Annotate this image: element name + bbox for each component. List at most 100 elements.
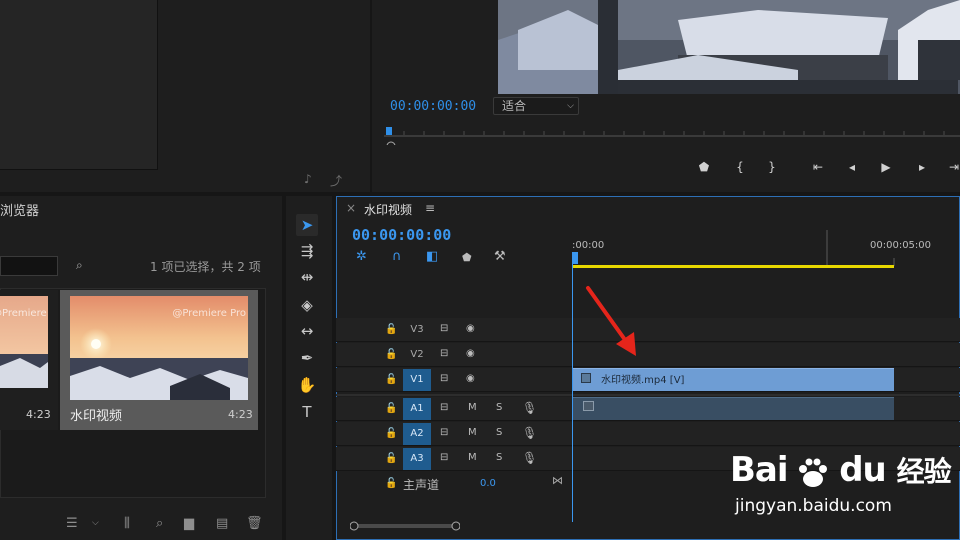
go-to-in-icon[interactable]: ⇤: [808, 160, 828, 174]
zoom-fit-value: 适合: [502, 99, 527, 113]
program-timecode[interactable]: 00:00:00:00: [390, 99, 476, 114]
baidu-url: jingyan.baidu.com: [735, 496, 892, 516]
trash-icon[interactable]: 🗑: [246, 516, 263, 531]
selection-count: 1 项已选择，共 2 项: [150, 260, 261, 274]
nest-toggle-icon[interactable]: ✲: [356, 249, 367, 264]
solo-button[interactable]: S: [496, 427, 502, 438]
lock-icon[interactable]: 🔓: [385, 324, 397, 335]
mic-icon[interactable]: 🎙: [522, 426, 537, 440]
wrench-icon[interactable]: ⚒: [494, 249, 506, 264]
track-select-tool-icon[interactable]: ⇶: [296, 240, 318, 262]
sync-lock-icon[interactable]: ⊟: [440, 373, 448, 384]
track-name-v1[interactable]: V1: [403, 369, 431, 391]
razor-tool-icon[interactable]: ◈: [296, 294, 318, 316]
pen-tool-icon[interactable]: ✒: [296, 347, 318, 369]
video-frame: [498, 0, 960, 94]
step-back-icon[interactable]: ◂: [842, 160, 862, 174]
sync-lock-icon[interactable]: ⊟: [440, 323, 448, 334]
step-forward-icon[interactable]: ▸: [912, 160, 932, 174]
master-volume-value[interactable]: 0.0: [480, 478, 496, 489]
clip-card-selected[interactable]: @Premiere Pro 水印视频 4:23: [60, 290, 258, 430]
source-viewer: [0, 0, 158, 170]
sync-lock-icon[interactable]: ⊟: [440, 402, 448, 413]
av-divider: [336, 394, 960, 396]
type-tool-icon[interactable]: T: [296, 401, 318, 423]
mic-icon[interactable]: 🎙: [522, 451, 537, 465]
program-scrub-bar[interactable]: [384, 127, 960, 145]
find-icon[interactable]: ⌕: [156, 516, 163, 531]
mute-button[interactable]: M: [468, 427, 477, 438]
eye-icon[interactable]: ◉: [466, 348, 475, 359]
audio-clip[interactable]: [573, 397, 894, 420]
hand-tool-icon[interactable]: ✋: [296, 374, 318, 396]
close-icon[interactable]: ×: [346, 201, 356, 215]
playhead-marker[interactable]: [386, 127, 392, 135]
automate-icon[interactable]: ⫼: [124, 516, 130, 531]
baidu-brand-cn: 经验: [896, 455, 952, 488]
sync-lock-icon[interactable]: ⊟: [440, 452, 448, 463]
track-name-v2[interactable]: V2: [403, 344, 431, 366]
chevron-down-icon[interactable]: ⌵: [92, 518, 99, 528]
zoom-fit-select[interactable]: 适合 ⌵: [493, 97, 579, 115]
sort-icon[interactable]: ☰: [66, 516, 78, 531]
fx-badge-icon: [581, 373, 591, 383]
go-to-out-icon[interactable]: ⇥: [944, 160, 960, 174]
sync-lock-icon[interactable]: ⊟: [440, 348, 448, 359]
mute-button[interactable]: M: [468, 452, 477, 463]
track-name-a2[interactable]: A2: [403, 423, 431, 445]
baidu-watermark: Bai du 经验 jingyan.baidu.com: [730, 438, 960, 528]
ripple-edit-tool-icon[interactable]: ⇹: [296, 266, 318, 288]
clip-thumbnail: @Premiere Pro: [0, 296, 48, 388]
clip-watermark-text: @Premiere Pro: [172, 308, 246, 319]
eye-icon[interactable]: ◉: [466, 373, 475, 384]
mark-out-icon[interactable]: }: [762, 160, 782, 174]
play-icon[interactable]: ▶: [876, 160, 896, 174]
solo-button[interactable]: S: [496, 402, 502, 413]
lock-icon[interactable]: 🔓: [385, 453, 397, 464]
timeline-ruler[interactable]: :00:00 00:00:05:00: [572, 230, 960, 270]
track-name-a1[interactable]: A1: [403, 398, 431, 420]
clip-name: 水印视频: [70, 409, 123, 424]
audio-icon[interactable]: ♪: [304, 172, 312, 186]
playback-controls: ⬟ { } ⇤ ◂ ▶ ▸ ⇥: [690, 160, 960, 182]
timeline-zoom-scrollbar[interactable]: [350, 520, 460, 532]
go-to-end-icon[interactable]: ⋈: [552, 474, 563, 487]
timeline-timecode[interactable]: 00:00:00:00: [352, 226, 451, 244]
zoom-handle[interactable]: [386, 141, 396, 145]
lock-icon[interactable]: 🔓: [385, 403, 397, 414]
baidu-brand-left: Bai: [730, 450, 789, 490]
snap-icon[interactable]: ∩: [392, 249, 402, 264]
find-icon[interactable]: ⌕: [76, 258, 83, 273]
track-name-v3[interactable]: V3: [403, 319, 431, 341]
work-area-bar[interactable]: [572, 265, 894, 268]
project-search-input[interactable]: [0, 256, 58, 276]
slip-tool-icon[interactable]: ↔: [296, 320, 318, 342]
new-bin-icon[interactable]: ▆: [184, 516, 194, 531]
lock-icon[interactable]: 🔓: [385, 428, 397, 439]
project-panel-toolbar: ☰ ⌵ ⫼ ⌕ ▆ ▤ 🗑: [0, 516, 282, 536]
video-clip-label: 水印视频.mp4 [V]: [601, 375, 685, 386]
sync-lock-icon[interactable]: ⊟: [440, 427, 448, 438]
mark-in-icon[interactable]: {: [730, 160, 750, 174]
mute-button[interactable]: M: [468, 402, 477, 413]
playhead-line[interactable]: [572, 262, 573, 522]
new-item-icon[interactable]: ▤: [216, 516, 228, 531]
lock-icon[interactable]: 🔓: [385, 478, 397, 489]
sequence-tab[interactable]: 水印视频: [364, 201, 412, 218]
menu-icon[interactable]: ≡: [425, 201, 435, 215]
clip-thumbnail: @Premiere Pro: [70, 296, 248, 400]
selection-tool-icon[interactable]: ➤: [296, 214, 318, 236]
lock-icon[interactable]: 🔓: [385, 374, 397, 385]
paw-icon: [798, 457, 828, 487]
export-frame-icon[interactable]: ⤴: [330, 172, 342, 189]
add-marker-icon[interactable]: ⬟: [694, 160, 714, 174]
clip-card[interactable]: @Premiere Pro 4:23: [0, 290, 58, 430]
lock-icon[interactable]: 🔓: [385, 349, 397, 360]
solo-button[interactable]: S: [496, 452, 502, 463]
linked-selection-icon[interactable]: ◧: [426, 249, 438, 264]
media-browser-tab[interactable]: 浏览器: [0, 200, 39, 219]
mic-icon[interactable]: 🎙: [522, 401, 537, 415]
eye-icon[interactable]: ◉: [466, 323, 475, 334]
add-marker-icon[interactable]: ⬟: [462, 251, 472, 264]
track-name-a3[interactable]: A3: [403, 448, 431, 470]
